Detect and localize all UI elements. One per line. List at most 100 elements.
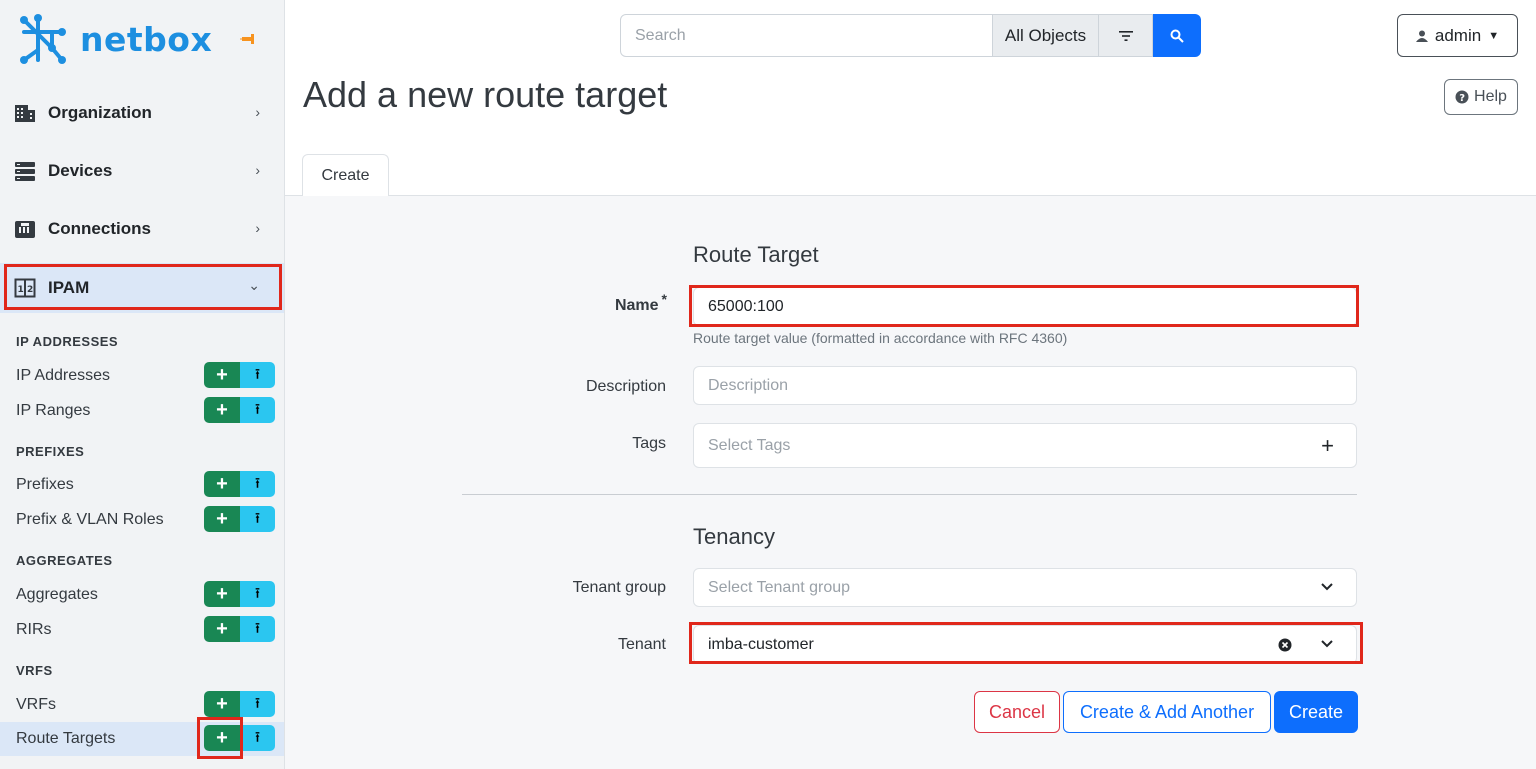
menu-item-route-targets[interactable]: Route Targets + ⭱ [0, 722, 284, 756]
netbox-logo-icon [20, 14, 66, 64]
chevron-down-icon [1320, 626, 1334, 663]
search-scope-dropdown[interactable]: All Objects [992, 14, 1099, 57]
menu-item-rirs[interactable]: RIRs + ⭱ [0, 613, 284, 647]
question-circle-icon: ? [1455, 90, 1469, 104]
help-button[interactable]: ? Help [1444, 79, 1518, 115]
nav-ipam[interactable]: 1 2 IPAM ⌄ [0, 263, 284, 313]
create-add-another-button[interactable]: Create & Add Another [1063, 691, 1271, 733]
tenant-value: imba-customer [708, 636, 814, 653]
cancel-button[interactable]: Cancel [974, 691, 1060, 733]
tags-label: Tags [632, 435, 666, 452]
menu-item-ip-ranges[interactable]: IP Ranges + ⭱ [0, 394, 284, 428]
add-button[interactable]: + [204, 397, 240, 423]
nav-devices[interactable]: Devices › [0, 146, 284, 196]
add-button[interactable]: + [204, 616, 240, 642]
tab-create[interactable]: Create [302, 154, 389, 196]
section-heading: PREFIXES [16, 444, 85, 459]
import-button[interactable]: ⭱ [240, 691, 275, 717]
name-field[interactable]: 65000:100 [693, 287, 1357, 326]
import-button[interactable]: ⭱ [240, 616, 275, 642]
svg-text:2: 2 [27, 285, 33, 295]
menu-label: Prefix & VLAN Roles [16, 511, 164, 528]
tenant-group-select[interactable]: Select Tenant group [693, 568, 1357, 607]
description-field[interactable]: Description [693, 366, 1357, 405]
add-button[interactable]: + [204, 581, 240, 607]
section-title-tenancy: Tenancy [693, 524, 775, 549]
add-button[interactable]: + [204, 471, 240, 497]
clear-icon[interactable] [1278, 638, 1292, 652]
import-button[interactable]: ⭱ [240, 581, 275, 607]
search-bar: All Objects [620, 14, 1201, 57]
building-icon [15, 105, 35, 122]
filter-icon [1118, 30, 1133, 41]
import-button[interactable]: ⭱ [240, 506, 275, 532]
import-button[interactable]: ⭱ [240, 362, 275, 388]
search-input[interactable] [620, 14, 993, 57]
menu-label: RIRs [16, 621, 52, 638]
nav-label: Organization [48, 103, 152, 122]
user-icon [1415, 30, 1428, 42]
chevron-down-icon [1320, 569, 1334, 606]
pin-icon[interactable] [240, 32, 258, 46]
page-title: Add a new route target [303, 74, 668, 115]
section-divider [462, 494, 1357, 495]
nav-organization[interactable]: Organization › [0, 88, 284, 138]
svg-text:?: ? [1459, 93, 1465, 104]
required-marker: * [661, 291, 667, 307]
sidebar: netbox Organization › Devices › Connecti… [0, 0, 285, 769]
tenant-group-placeholder: Select Tenant group [708, 579, 851, 596]
tenant-select[interactable]: imba-customer [693, 625, 1357, 664]
section-heading: AGGREGATES [16, 553, 113, 568]
filter-button[interactable] [1098, 14, 1153, 57]
plus-icon[interactable]: + [1321, 424, 1334, 467]
caret-down-icon: ▼ [1488, 29, 1500, 42]
create-button[interactable]: Create [1274, 691, 1358, 733]
help-label: Help [1474, 88, 1507, 105]
tenant-label: Tenant [617, 636, 666, 653]
menu-item-prefix-vlan-roles[interactable]: Prefix & VLAN Roles + ⭱ [0, 503, 284, 537]
tags-select[interactable]: Select Tags + [693, 423, 1357, 468]
description-label: Description [585, 378, 666, 395]
form-area [285, 196, 1536, 769]
svg-text:1: 1 [18, 285, 24, 295]
add-button[interactable]: + [204, 362, 240, 388]
name-label-text: Name [614, 297, 659, 314]
chevron-right-icon: › [255, 220, 260, 236]
user-menu-button[interactable]: admin ▼ [1397, 14, 1518, 57]
brand-logo[interactable]: netbox [16, 12, 266, 68]
menu-label: Aggregates [16, 586, 98, 603]
add-button[interactable]: + [204, 506, 240, 532]
name-help-text: Route target value (formatted in accorda… [693, 330, 1068, 346]
server-icon [15, 162, 35, 181]
section-heading: IP ADDRESSES [16, 334, 119, 349]
nav-label: Devices [48, 161, 113, 180]
nav-label: IPAM [48, 278, 90, 297]
tags-placeholder: Select Tags [708, 437, 791, 454]
menu-label: IP Ranges [16, 402, 91, 419]
section-title-route-target: Route Target [693, 242, 819, 267]
brand-name: netbox [80, 20, 213, 59]
search-button[interactable] [1153, 14, 1201, 57]
menu-label: IP Addresses [16, 367, 110, 384]
menu-item-ip-addresses[interactable]: IP Addresses + ⭱ [0, 359, 284, 393]
menu-label: VRFs [16, 696, 56, 713]
chevron-down-icon: ⌄ [248, 277, 260, 293]
nav-connections[interactable]: Connections › [0, 204, 284, 254]
import-button[interactable]: ⭱ [240, 725, 275, 751]
add-route-target-button[interactable]: + [204, 725, 240, 751]
add-button[interactable]: + [204, 691, 240, 717]
menu-item-aggregates[interactable]: Aggregates + ⭱ [0, 578, 284, 612]
name-label: Name * [560, 291, 667, 315]
chevron-right-icon: › [255, 104, 260, 120]
ethernet-icon [15, 221, 35, 238]
menu-label: Prefixes [16, 476, 74, 493]
nav-label: Connections [48, 219, 151, 238]
import-button[interactable]: ⭱ [240, 397, 275, 423]
section-heading: VRFS [16, 663, 53, 678]
import-button[interactable]: ⭱ [240, 471, 275, 497]
menu-item-vrfs[interactable]: VRFs + ⭱ [0, 688, 284, 722]
user-name: admin [1434, 25, 1482, 45]
tenant-group-label: Tenant group [572, 579, 666, 596]
chevron-right-icon: › [255, 162, 260, 178]
menu-item-prefixes[interactable]: Prefixes + ⭱ [0, 468, 284, 502]
